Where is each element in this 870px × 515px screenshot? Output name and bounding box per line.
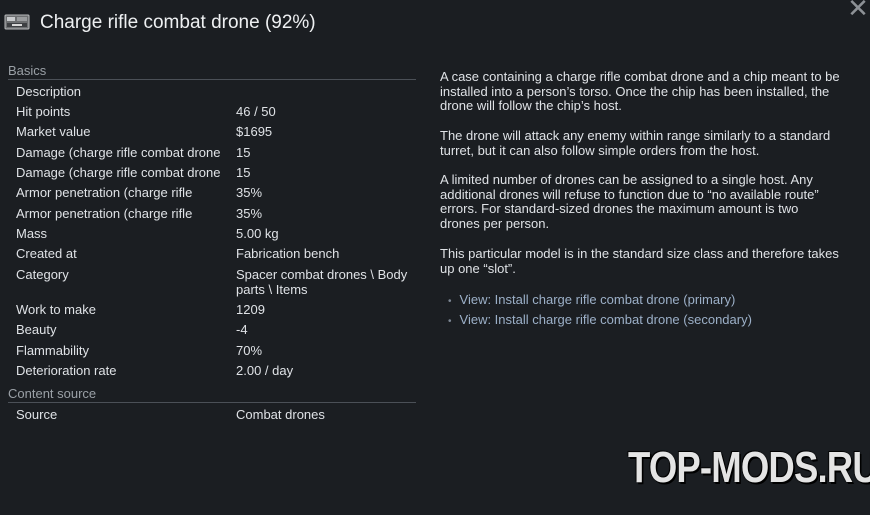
stat-value: 1209	[236, 302, 265, 317]
stat-label: Armor penetration (charge rifle	[16, 206, 193, 221]
close-icon[interactable]: ✕	[846, 0, 870, 21]
stat-label: Armor penetration (charge rifle	[16, 185, 193, 200]
stat-label: Flammability	[16, 343, 89, 358]
stat-label: Deterioration rate	[16, 363, 117, 378]
description-paragraph: This particular model is in the standard…	[440, 246, 839, 276]
window-title: Charge rifle combat drone (92%)	[40, 12, 316, 33]
watermark: TOP-MODS.RU	[628, 443, 870, 492]
link-label: View: Install charge rifle combat drone …	[459, 292, 736, 307]
stat-value: Combat drones	[236, 407, 325, 422]
stat-value: 15	[236, 165, 251, 180]
stat-label: Description	[16, 84, 82, 99]
stat-value: 5.00 kg	[236, 226, 279, 241]
description-paragraph: The drone will attack any enemy within r…	[440, 128, 831, 158]
stat-label: Source	[16, 407, 58, 422]
bullet-icon: •	[448, 316, 452, 327]
section-header-content-source: Content source	[8, 386, 416, 403]
stat-value: 46 / 50	[236, 104, 276, 119]
stat-value: 70%	[236, 343, 263, 358]
stat-value: $1695	[236, 124, 273, 139]
stat-label: Work to make	[16, 302, 96, 317]
stat-label: Mass	[16, 226, 48, 241]
stat-label: Beauty	[16, 322, 57, 337]
stat-label: Category	[16, 267, 69, 282]
stat-value: Spacer combat drones \ Body parts \ Item…	[236, 267, 408, 297]
stat-label: Created at	[16, 246, 77, 261]
stat-label: Market value	[16, 124, 91, 139]
stat-label: Hit points	[16, 104, 71, 119]
link-install-secondary[interactable]: • View: Install charge rifle combat drone…	[448, 312, 752, 327]
link-label: View: Install charge rifle combat drone …	[459, 312, 752, 327]
stat-label: Damage (charge rifle combat drone	[16, 165, 221, 180]
section-header-basics: Basics	[8, 63, 416, 80]
window-titlebar: Charge rifle combat drone (92%) ✕	[0, 0, 870, 48]
stat-value: Fabrication bench	[236, 246, 340, 261]
bullet-icon: •	[448, 296, 452, 307]
stat-value: 15	[236, 145, 251, 160]
stat-value: 35%	[236, 185, 263, 200]
description-paragraph: A limited number of drones can be assign…	[440, 172, 819, 232]
description-paragraph: A case containing a charge rifle combat …	[440, 69, 840, 114]
stat-value: 35%	[236, 206, 263, 221]
combat-drone-icon	[4, 14, 30, 30]
stat-value: 2.00 / day	[236, 363, 294, 378]
stat-label: Damage (charge rifle combat drone	[16, 145, 221, 160]
link-install-primary[interactable]: • View: Install charge rifle combat drone…	[448, 292, 735, 307]
stat-value: -4	[236, 322, 248, 337]
